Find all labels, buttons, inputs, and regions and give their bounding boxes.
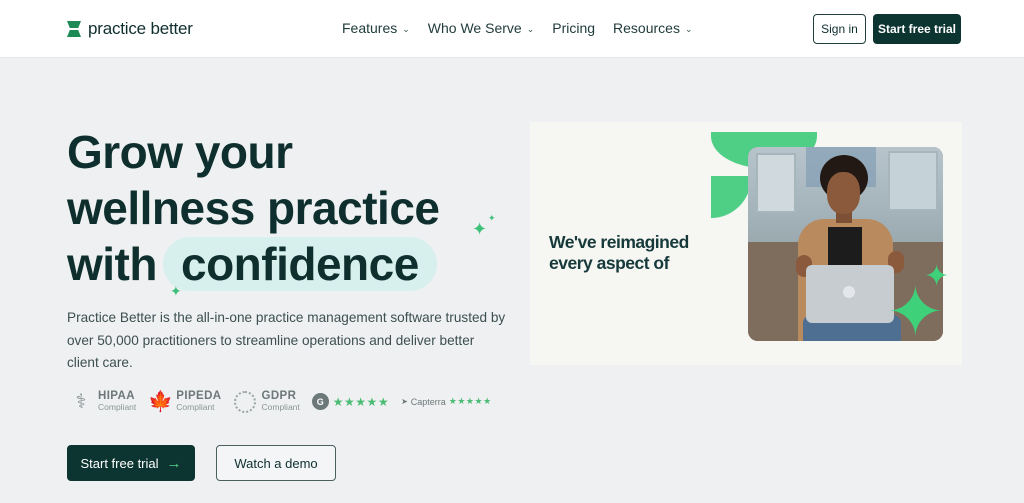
caption-line-2: every aspect of xyxy=(549,253,669,273)
sign-in-button[interactable]: Sign in xyxy=(813,14,866,44)
media-caption: We've reimagined every aspect of xyxy=(549,232,689,274)
chevron-down-icon: ⌄ xyxy=(684,23,693,34)
nav-item-label: Resources xyxy=(613,20,680,36)
badge-name: HIPAA xyxy=(98,389,135,402)
arrow-right-icon: → xyxy=(166,454,182,472)
nav-item-resources[interactable]: Resources ⌄ xyxy=(613,20,692,36)
nav-item-features[interactable]: Features ⌄ xyxy=(342,20,410,36)
chevron-down-icon: ⌄ xyxy=(402,23,410,34)
badge-name: GDPR xyxy=(261,389,297,402)
hero-media-panel: We've reimagined every aspect of ✦ ✦ xyxy=(530,122,962,365)
trust-badges: ⚕ HIPAA Compliant 🍁 PIPEDA Compliant GDP… xyxy=(70,389,492,414)
g2-rating: G ★★★★★ xyxy=(311,393,390,410)
nav-item-label: Who We Serve xyxy=(427,20,522,36)
headline-with: with xyxy=(67,238,157,290)
caduceus-icon: ⚕ xyxy=(75,391,87,413)
sparkle-small-icon: ✦ xyxy=(488,213,496,223)
headline-highlight: confidence xyxy=(162,237,437,291)
capterra-rating: ➤ Capterra ★★★★★ xyxy=(401,396,492,407)
nav-item-who-we-serve[interactable]: Who We Serve ⌄ xyxy=(428,20,534,36)
start-free-trial-header-button[interactable]: Start free trial xyxy=(873,14,961,44)
sparkle-icon: ✦ xyxy=(170,283,182,299)
eu-stars-icon xyxy=(233,390,256,413)
site-header: practice better Features ⌄ Who We Serve … xyxy=(0,0,1024,58)
g2-stars: ★★★★★ xyxy=(332,394,390,409)
logo-mark-icon xyxy=(67,21,81,37)
pipeda-badge: 🍁 PIPEDA Compliant xyxy=(148,389,221,414)
sparkle-icon: ✦ xyxy=(924,260,950,293)
hero-description: Practice Better is the all-in-one practi… xyxy=(67,310,506,370)
decorative-shape xyxy=(711,176,751,218)
gdpr-badge: GDPR Compliant xyxy=(233,389,300,413)
badge-sub: Compliant xyxy=(176,401,215,412)
capterra-label: Capterra xyxy=(410,396,446,407)
button-label: Start free trial xyxy=(80,455,159,471)
logo[interactable]: practice better xyxy=(67,19,193,39)
headline-line-1: Grow your xyxy=(67,126,293,178)
maple-leaf-icon: 🍁 xyxy=(148,391,174,413)
hero-headline: Grow your wellness practice with confiden… xyxy=(67,124,440,292)
nav-item-pricing[interactable]: Pricing xyxy=(552,20,595,36)
sparkle-icon: ✦ xyxy=(472,219,488,239)
headline-line-3: with confidence xyxy=(67,236,439,292)
badge-name: PIPEDA xyxy=(176,389,222,402)
nav-item-label: Features xyxy=(342,20,398,36)
main-nav: Features ⌄ Who We Serve ⌄ Pricing Resour… xyxy=(342,20,693,36)
start-free-trial-button[interactable]: Start free trial → xyxy=(67,445,195,481)
chevron-down-icon: ⌄ xyxy=(526,23,535,34)
capterra-arrow-icon: ➤ xyxy=(401,397,408,406)
nav-item-label: Pricing xyxy=(552,20,596,36)
badge-sub: Compliant xyxy=(261,401,300,412)
hipaa-badge: ⚕ HIPAA Compliant xyxy=(70,389,137,414)
g2-logo-icon: G xyxy=(311,393,329,410)
watch-demo-button[interactable]: Watch a demo xyxy=(216,445,336,481)
caption-line-1: We've reimagined xyxy=(549,232,689,252)
logo-text: practice better xyxy=(88,19,193,38)
capterra-stars: ★★★★★ xyxy=(448,396,492,406)
headline-line-2: wellness practice xyxy=(67,182,440,234)
badge-sub: Compliant xyxy=(98,401,137,412)
